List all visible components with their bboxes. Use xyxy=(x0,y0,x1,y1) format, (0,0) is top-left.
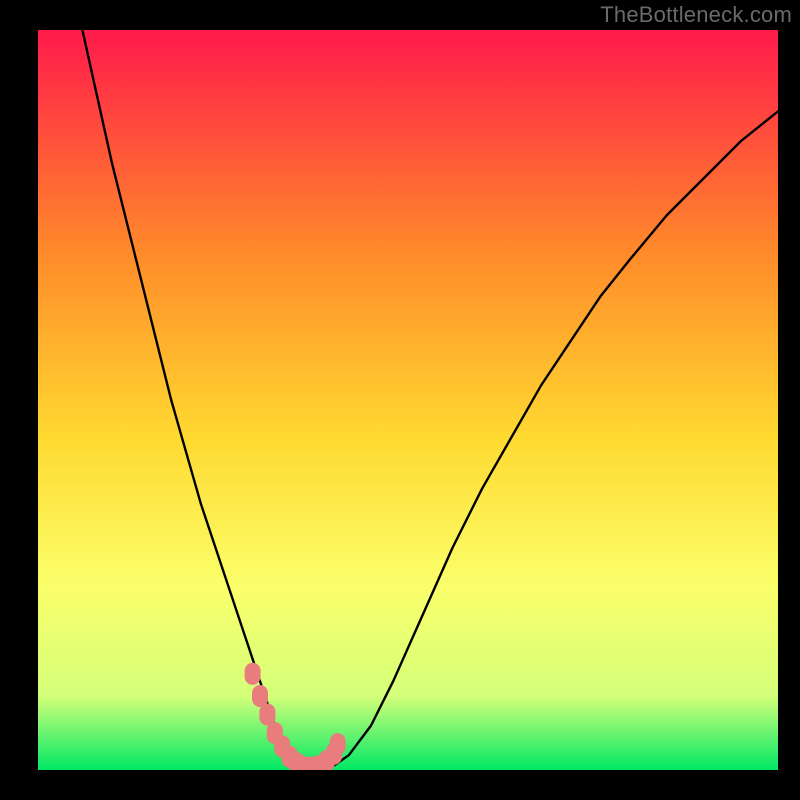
highlight-marker xyxy=(259,704,275,726)
highlight-marker xyxy=(252,685,268,707)
chart-frame: TheBottleneck.com xyxy=(0,0,800,800)
highlight-marker xyxy=(330,733,346,755)
watermark-text: TheBottleneck.com xyxy=(600,2,792,28)
gradient-background xyxy=(38,30,778,770)
plot-area xyxy=(38,30,778,770)
plot-svg xyxy=(38,30,778,770)
highlight-marker xyxy=(245,663,261,685)
